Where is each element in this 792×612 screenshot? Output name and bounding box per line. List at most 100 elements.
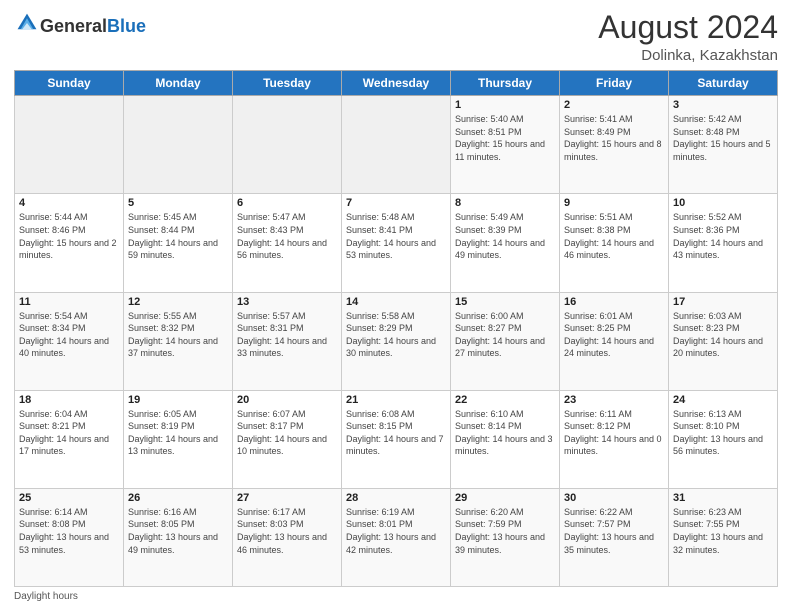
day-number: 5 — [128, 197, 228, 209]
table-row: 31Sunrise: 6:23 AMSunset: 7:55 PMDayligh… — [669, 488, 778, 586]
day-info: Sunrise: 5:44 AMSunset: 8:46 PMDaylight:… — [19, 211, 119, 261]
day-number: 24 — [673, 394, 773, 406]
day-info: Sunrise: 6:17 AMSunset: 8:03 PMDaylight:… — [237, 506, 337, 556]
day-number: 13 — [237, 296, 337, 308]
table-row: 11 Sunrise: 5:54 AMSunset: 8:34 PMDayligh… — [15, 292, 124, 390]
footer-note: Daylight hours — [14, 591, 778, 602]
day-info: Sunrise: 6:13 AMSunset: 8:10 PMDaylight:… — [673, 408, 773, 458]
day-number: 30 — [564, 492, 664, 504]
day-number: 26 — [128, 492, 228, 504]
day-number: 4 — [19, 197, 119, 209]
day-number: 14 — [346, 296, 446, 308]
calendar-week-row: 25 Sunrise: 6:14 AMSunset: 8:08 PMDayligh… — [15, 488, 778, 586]
day-number: 7 — [346, 197, 446, 209]
logo-icon — [16, 12, 38, 34]
day-number: 11 — [19, 296, 119, 308]
table-row: 25 Sunrise: 6:14 AMSunset: 8:08 PMDayligh… — [15, 488, 124, 586]
day-info: Sunrise: 5:41 AMSunset: 8:49 PMDaylight:… — [564, 113, 664, 163]
month-year: August 2024 — [598, 10, 778, 45]
day-info: Sunrise: 5:40 AMSunset: 8:51 PMDaylight:… — [455, 113, 555, 163]
day-number: 2 — [564, 99, 664, 111]
day-number: 31 — [673, 492, 773, 504]
table-row: 30 Sunrise: 6:22 AMSunset: 7:57 PMDayligh… — [560, 488, 669, 586]
table-row: 9 Sunrise: 5:51 AMSunset: 8:38 PMDaylight… — [560, 194, 669, 292]
day-info: Sunrise: 5:47 AMSunset: 8:43 PMDaylight:… — [237, 211, 337, 261]
table-row: 12 Sunrise: 5:55 AMSunset: 8:32 PMDayligh… — [124, 292, 233, 390]
day-number: 10 — [673, 197, 773, 209]
table-row: 15Sunrise: 6:00 AMSunset: 8:27 PMDayligh… — [451, 292, 560, 390]
day-info: Sunrise: 6:16 AMSunset: 8:05 PMDaylight:… — [128, 506, 228, 556]
day-number: 25 — [19, 492, 119, 504]
table-row: 26 Sunrise: 6:16 AMSunset: 8:05 PMDayligh… — [124, 488, 233, 586]
table-row: 23 Sunrise: 6:11 AMSunset: 8:12 PMDayligh… — [560, 390, 669, 488]
title-block: August 2024 Dolinka, Kazakhstan — [598, 10, 778, 64]
header-tuesday: Tuesday — [233, 71, 342, 96]
day-info: Sunrise: 6:14 AMSunset: 8:08 PMDaylight:… — [19, 506, 119, 556]
day-number: 16 — [564, 296, 664, 308]
day-info: Sunrise: 6:10 AMSunset: 8:14 PMDaylight:… — [455, 408, 555, 458]
table-row: 18Sunrise: 6:04 AMSunset: 8:21 PMDayligh… — [15, 390, 124, 488]
day-info: Sunrise: 5:54 AMSunset: 8:34 PMDaylight:… — [19, 310, 119, 360]
day-number: 23 — [564, 394, 664, 406]
day-info: Sunrise: 6:05 AMSunset: 8:19 PMDaylight:… — [128, 408, 228, 458]
header-sunday: Sunday — [15, 71, 124, 96]
table-row: 24 Sunrise: 6:13 AMSunset: 8:10 PMDayligh… — [669, 390, 778, 488]
table-row: 13 Sunrise: 5:57 AMSunset: 8:31 PMDayligh… — [233, 292, 342, 390]
day-number: 15 — [455, 296, 555, 308]
day-number: 18 — [19, 394, 119, 406]
table-row: 8Sunrise: 5:49 AMSunset: 8:39 PMDaylight… — [451, 194, 560, 292]
day-info: Sunrise: 6:20 AMSunset: 7:59 PMDaylight:… — [455, 506, 555, 556]
table-row: 5Sunrise: 5:45 AMSunset: 8:44 PMDaylight… — [124, 194, 233, 292]
table-row: 10 Sunrise: 5:52 AMSunset: 8:36 PMDayligh… — [669, 194, 778, 292]
day-info: Sunrise: 6:03 AMSunset: 8:23 PMDaylight:… — [673, 310, 773, 360]
day-info: Sunrise: 6:22 AMSunset: 7:57 PMDaylight:… — [564, 506, 664, 556]
day-info: Sunrise: 5:58 AMSunset: 8:29 PMDaylight:… — [346, 310, 446, 360]
day-info: Sunrise: 5:42 AMSunset: 8:48 PMDaylight:… — [673, 113, 773, 163]
calendar-week-row: 11 Sunrise: 5:54 AMSunset: 8:34 PMDayligh… — [15, 292, 778, 390]
table-row: 22 Sunrise: 6:10 AMSunset: 8:14 PMDayligh… — [451, 390, 560, 488]
table-row: 7Sunrise: 5:48 AMSunset: 8:41 PMDaylight… — [342, 194, 451, 292]
logo: GeneralBlue — [14, 14, 146, 39]
day-number: 22 — [455, 394, 555, 406]
day-info: Sunrise: 6:11 AMSunset: 8:12 PMDaylight:… — [564, 408, 664, 458]
day-number: 28 — [346, 492, 446, 504]
day-number: 17 — [673, 296, 773, 308]
empty-cell — [233, 96, 342, 194]
day-info: Sunrise: 5:51 AMSunset: 8:38 PMDaylight:… — [564, 211, 664, 261]
logo-blue-text: Blue — [107, 16, 146, 36]
header-monday: Monday — [124, 71, 233, 96]
day-number: 12 — [128, 296, 228, 308]
day-info: Sunrise: 5:55 AMSunset: 8:32 PMDaylight:… — [128, 310, 228, 360]
day-number: 9 — [564, 197, 664, 209]
table-row: 28 Sunrise: 6:19 AMSunset: 8:01 PMDayligh… — [342, 488, 451, 586]
table-row: 21Sunrise: 6:08 AMSunset: 8:15 PMDayligh… — [342, 390, 451, 488]
daylight-hours-label: Daylight hours — [14, 591, 78, 602]
calendar-week-row: 1 Sunrise: 5:40 AMSunset: 8:51 PMDaylight… — [15, 96, 778, 194]
day-info: Sunrise: 6:19 AMSunset: 8:01 PMDaylight:… — [346, 506, 446, 556]
header-wednesday: Wednesday — [342, 71, 451, 96]
header-friday: Friday — [560, 71, 669, 96]
day-number: 1 — [455, 99, 555, 111]
table-row: 27Sunrise: 6:17 AMSunset: 8:03 PMDayligh… — [233, 488, 342, 586]
day-info: Sunrise: 6:08 AMSunset: 8:15 PMDaylight:… — [346, 408, 446, 458]
day-info: Sunrise: 6:07 AMSunset: 8:17 PMDaylight:… — [237, 408, 337, 458]
day-number: 3 — [673, 99, 773, 111]
table-row: 4 Sunrise: 5:44 AMSunset: 8:46 PMDaylight… — [15, 194, 124, 292]
calendar: Sunday Monday Tuesday Wednesday Thursday… — [14, 70, 778, 587]
table-row: 2 Sunrise: 5:41 AMSunset: 8:49 PMDaylight… — [560, 96, 669, 194]
day-number: 20 — [237, 394, 337, 406]
table-row: 14 Sunrise: 5:58 AMSunset: 8:29 PMDayligh… — [342, 292, 451, 390]
logo-general-text: General — [40, 16, 107, 36]
day-info: Sunrise: 5:52 AMSunset: 8:36 PMDaylight:… — [673, 211, 773, 261]
day-info: Sunrise: 5:57 AMSunset: 8:31 PMDaylight:… — [237, 310, 337, 360]
table-row: 29 Sunrise: 6:20 AMSunset: 7:59 PMDayligh… — [451, 488, 560, 586]
day-number: 29 — [455, 492, 555, 504]
table-row: 3 Sunrise: 5:42 AMSunset: 8:48 PMDaylight… — [669, 96, 778, 194]
calendar-header-row: Sunday Monday Tuesday Wednesday Thursday… — [15, 71, 778, 96]
header-thursday: Thursday — [451, 71, 560, 96]
table-row: 6Sunrise: 5:47 AMSunset: 8:43 PMDaylight… — [233, 194, 342, 292]
day-number: 8 — [455, 197, 555, 209]
day-number: 19 — [128, 394, 228, 406]
table-row: 19 Sunrise: 6:05 AMSunset: 8:19 PMDayligh… — [124, 390, 233, 488]
day-info: Sunrise: 6:01 AMSunset: 8:25 PMDaylight:… — [564, 310, 664, 360]
